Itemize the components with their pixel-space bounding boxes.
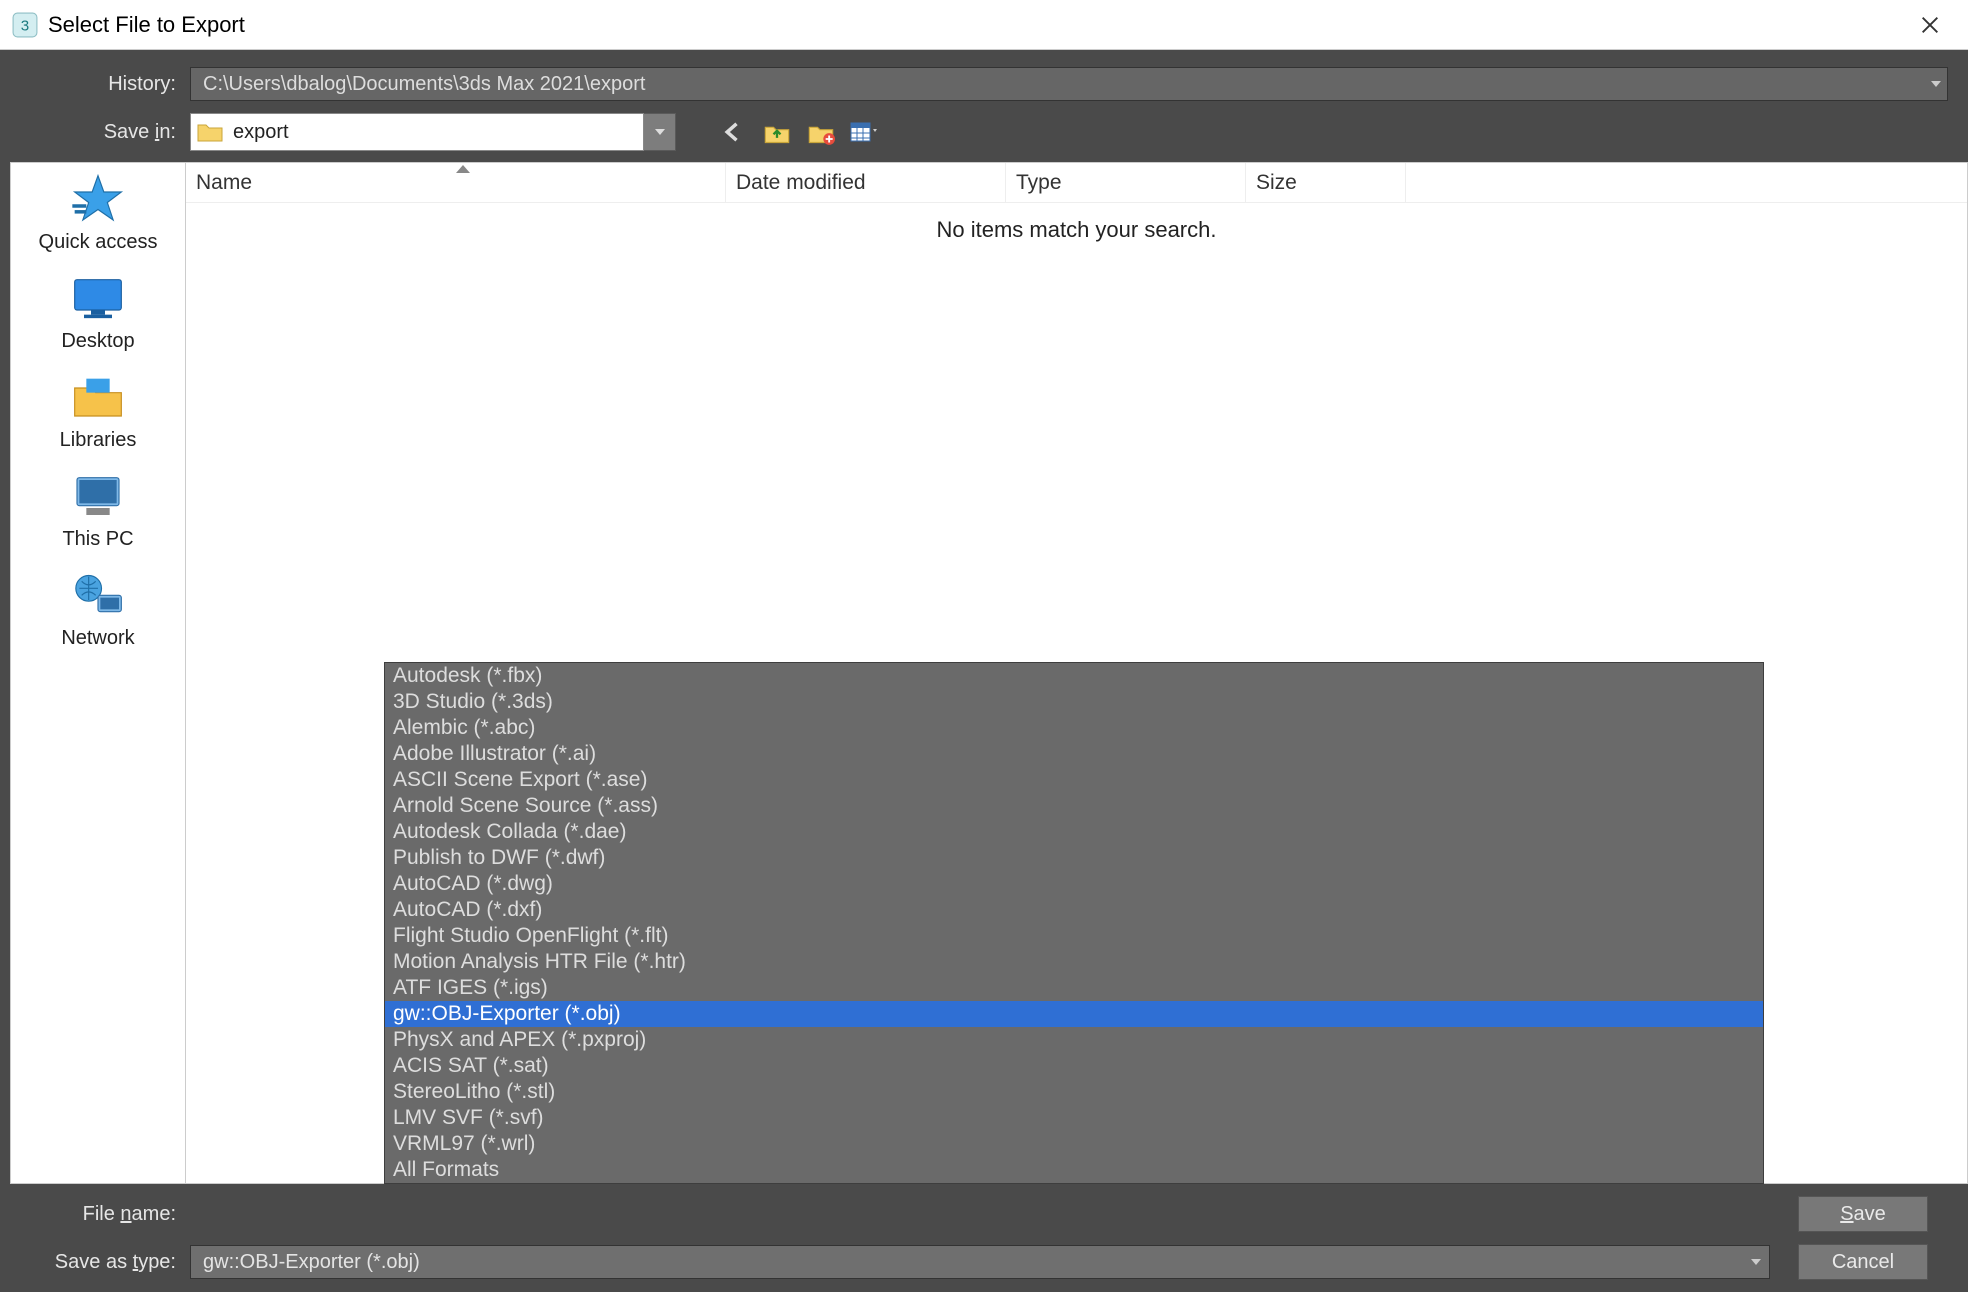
- desktop-icon: [70, 274, 126, 322]
- type-option[interactable]: Motion Analysis HTR File (*.htr): [385, 949, 1763, 975]
- column-name[interactable]: Name: [186, 163, 726, 202]
- place-label: Libraries: [60, 429, 137, 452]
- folder-new-icon: [806, 118, 836, 146]
- close-button[interactable]: [1898, 0, 1962, 49]
- back-button[interactable]: [718, 118, 748, 146]
- chevron-down-icon: [1931, 81, 1941, 87]
- type-option[interactable]: PhysX and APEX (*.pxproj): [385, 1027, 1763, 1053]
- column-type[interactable]: Type: [1006, 163, 1246, 202]
- type-option[interactable]: gw::OBJ-Exporter (*.obj): [385, 1001, 1763, 1027]
- place-desktop[interactable]: Desktop: [61, 274, 134, 353]
- libraries-icon: [70, 373, 126, 421]
- type-option[interactable]: All Formats: [385, 1157, 1763, 1183]
- network-icon: [70, 571, 126, 619]
- star-icon: [70, 175, 126, 223]
- cancel-button[interactable]: Cancel: [1798, 1244, 1928, 1280]
- chevron-down-icon: [655, 129, 665, 135]
- column-date[interactable]: Date modified: [726, 163, 1006, 202]
- type-option[interactable]: VRML97 (*.wrl): [385, 1131, 1763, 1157]
- new-folder-button[interactable]: [806, 118, 836, 146]
- save-in-dropdown-button[interactable]: [644, 113, 676, 151]
- save-in-combo[interactable]: export: [190, 113, 644, 151]
- type-option[interactable]: ACIS SAT (*.sat): [385, 1053, 1763, 1079]
- history-value: C:\Users\dbalog\Documents\3ds Max 2021\e…: [203, 73, 645, 96]
- column-headers: Name Date modified Type Size: [186, 163, 1967, 203]
- save-button[interactable]: Save: [1798, 1196, 1928, 1232]
- arrow-left-icon: [718, 118, 748, 146]
- computer-icon: [70, 472, 126, 520]
- place-label: This PC: [62, 528, 133, 551]
- save-as-type-value: gw::OBJ-Exporter (*.obj): [203, 1251, 420, 1274]
- column-size[interactable]: Size: [1246, 163, 1406, 202]
- sort-asc-icon: [456, 165, 470, 173]
- place-quick-access[interactable]: Quick access: [39, 175, 158, 254]
- svg-text:3: 3: [21, 17, 29, 34]
- file-name-label: File name:: [0, 1203, 190, 1226]
- save-label: ave: [1854, 1203, 1886, 1225]
- up-one-level-button[interactable]: [762, 118, 792, 146]
- view-menu-button[interactable]: [850, 118, 880, 146]
- app-icon: 3: [12, 12, 38, 38]
- export-dialog: 3 Select File to Export History: C:\User…: [0, 0, 1968, 1292]
- place-label: Quick access: [39, 231, 158, 254]
- places-sidebar: Quick access Desktop Libraries This PC: [10, 162, 186, 1184]
- type-option[interactable]: Autodesk (*.fbx): [385, 663, 1763, 689]
- type-option[interactable]: Adobe Illustrator (*.ai): [385, 741, 1763, 767]
- save-as-type-label: Save as type:: [0, 1251, 190, 1274]
- save-as-type-dropdown-list[interactable]: Autodesk (*.fbx)3D Studio (*.3ds)Alembic…: [384, 662, 1764, 1184]
- place-label: Desktop: [61, 330, 134, 353]
- history-label: History:: [0, 73, 190, 96]
- type-option[interactable]: LMV SVF (*.svf): [385, 1105, 1763, 1131]
- type-option[interactable]: Alembic (*.abc): [385, 715, 1763, 741]
- type-option[interactable]: AutoCAD (*.dwg): [385, 871, 1763, 897]
- empty-message: No items match your search.: [186, 203, 1967, 243]
- folder-up-icon: [762, 118, 792, 146]
- type-option[interactable]: ATF IGES (*.igs): [385, 975, 1763, 1001]
- type-option[interactable]: StereoLitho (*.stl): [385, 1079, 1763, 1105]
- window-title: Select File to Export: [48, 12, 245, 38]
- folder-icon: [197, 121, 223, 143]
- save-in-value: export: [233, 121, 289, 144]
- close-icon: [1919, 14, 1941, 36]
- type-option[interactable]: AutoCAD (*.dxf): [385, 897, 1763, 923]
- type-option[interactable]: Arnold Scene Source (*.ass): [385, 793, 1763, 819]
- place-libraries[interactable]: Libraries: [60, 373, 137, 452]
- history-combo[interactable]: C:\Users\dbalog\Documents\3ds Max 2021\e…: [190, 67, 1948, 101]
- type-option[interactable]: Publish to DWF (*.dwf): [385, 845, 1763, 871]
- type-option[interactable]: Flight Studio OpenFlight (*.flt): [385, 923, 1763, 949]
- place-label: Network: [61, 627, 134, 650]
- place-network[interactable]: Network: [61, 571, 134, 650]
- place-this-pc[interactable]: This PC: [62, 472, 133, 551]
- view-grid-icon: [850, 118, 880, 146]
- type-option[interactable]: 3D Studio (*.3ds): [385, 689, 1763, 715]
- save-in-label: Save in:: [0, 121, 190, 144]
- type-option[interactable]: Autodesk Collada (*.dae): [385, 819, 1763, 845]
- title-bar: 3 Select File to Export: [0, 0, 1968, 50]
- chevron-down-icon: [1751, 1259, 1761, 1265]
- save-as-type-combo[interactable]: gw::OBJ-Exporter (*.obj): [190, 1245, 1770, 1279]
- type-option[interactable]: ASCII Scene Export (*.ase): [385, 767, 1763, 793]
